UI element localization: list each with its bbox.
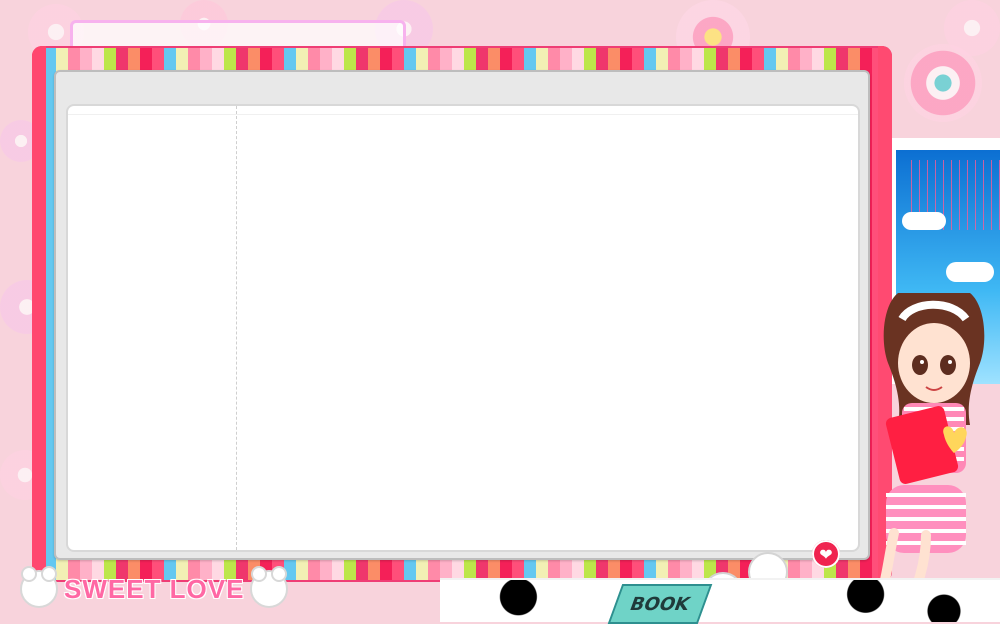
reading-girl bbox=[864, 285, 1000, 620]
sweet-love-logo: SWEET LOVE bbox=[20, 564, 290, 614]
logo-text: SWEET LOVE bbox=[64, 573, 245, 604]
cloud bbox=[946, 262, 994, 282]
heart-icon: ❤ bbox=[812, 540, 840, 568]
book-label: BOOK bbox=[607, 584, 713, 624]
cow-print-rug bbox=[440, 578, 1000, 622]
bear-icon bbox=[20, 566, 58, 608]
cloud bbox=[902, 212, 946, 230]
paper-sheet bbox=[66, 104, 860, 552]
flower bbox=[944, 0, 1000, 56]
bear-icon bbox=[250, 566, 289, 608]
girl-illustration bbox=[864, 293, 985, 619]
